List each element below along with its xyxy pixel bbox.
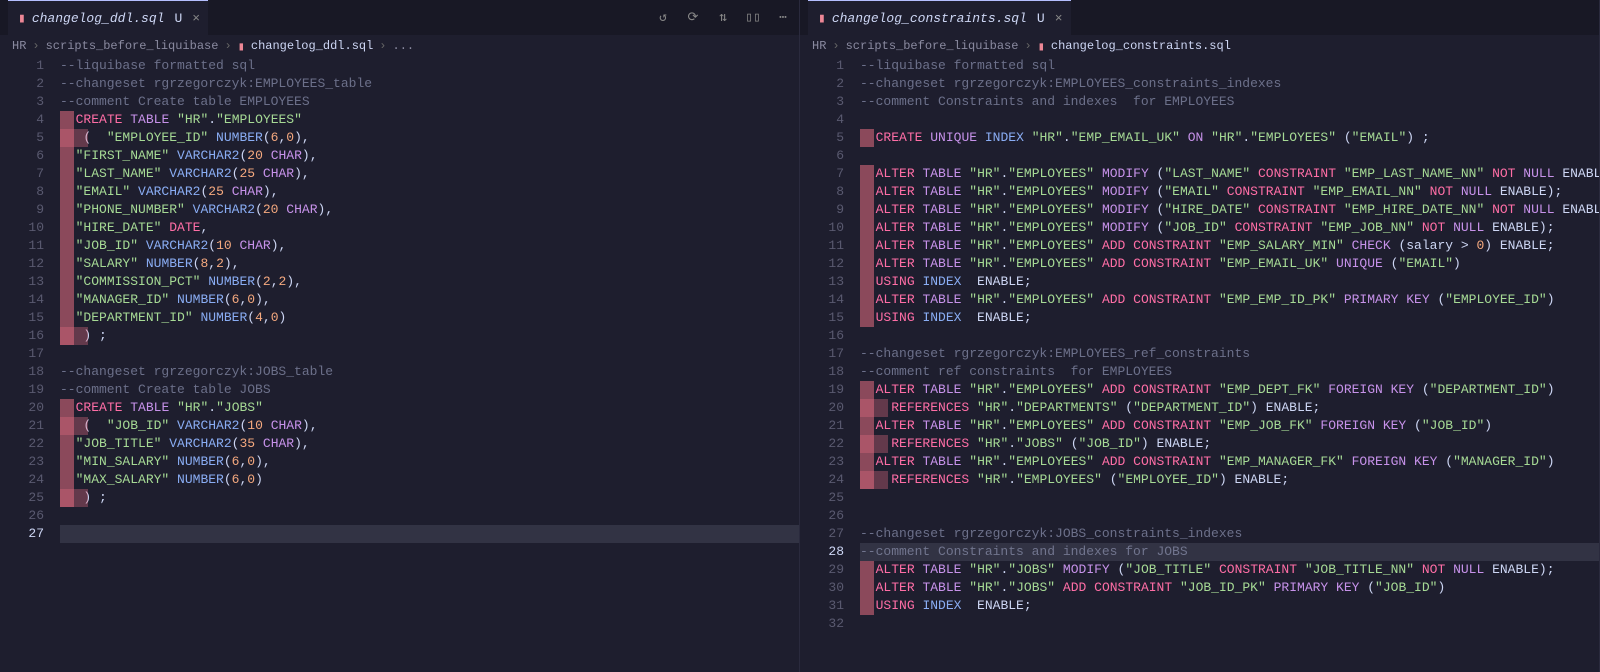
database-icon: ▮ [1038, 39, 1045, 54]
editor-pane-left: ▮ changelog_ddl.sql U × ↺ ⟳ ⇅ ▯▯ ⋯ HR› s… [0, 0, 800, 672]
crumb[interactable]: HR [812, 39, 826, 53]
split-icon[interactable]: ▯▯ [745, 10, 761, 26]
breadcrumb-left[interactable]: HR› scripts_before_liquibase› ▮ changelo… [0, 35, 799, 57]
code-area[interactable]: --liquibase formatted sql--changeset rgr… [860, 57, 1599, 672]
database-icon: ▮ [818, 11, 826, 26]
crumb[interactable]: changelog_ddl.sql [251, 39, 373, 53]
tab-bar-right: ▮ changelog_constraints.sql U × [800, 0, 1599, 35]
database-icon: ▮ [18, 11, 26, 26]
diff-icon[interactable]: ⇅ [715, 10, 731, 26]
tab-changelog-constraints[interactable]: ▮ changelog_constraints.sql U × [808, 0, 1071, 35]
run-icon[interactable]: ⟳ [685, 10, 701, 26]
close-icon[interactable]: × [1051, 11, 1063, 26]
database-icon: ▮ [238, 39, 245, 54]
tab-modified-badge: U [1033, 11, 1045, 26]
crumb[interactable]: ... [393, 39, 415, 53]
close-icon[interactable]: × [188, 11, 200, 26]
crumb[interactable]: scripts_before_liquibase [846, 39, 1019, 53]
crumb[interactable]: scripts_before_liquibase [46, 39, 219, 53]
breadcrumb-right[interactable]: HR› scripts_before_liquibase› ▮ changelo… [800, 35, 1599, 57]
line-gutter: 1234567891011121314151617181920212223242… [800, 57, 860, 672]
crumb[interactable]: changelog_constraints.sql [1051, 39, 1231, 53]
editor-actions-left: ↺ ⟳ ⇅ ▯▯ ⋯ [655, 10, 791, 26]
crumb[interactable]: HR [12, 39, 26, 53]
code-editor-left[interactable]: 1234567891011121314151617181920212223242… [0, 57, 799, 672]
tab-label: changelog_constraints.sql [832, 11, 1027, 26]
code-area[interactable]: --liquibase formatted sql--changeset rgr… [60, 57, 799, 672]
more-icon[interactable]: ⋯ [775, 10, 791, 26]
editor-pane-right: ▮ changelog_constraints.sql U × HR› scri… [800, 0, 1600, 672]
code-editor-right[interactable]: 1234567891011121314151617181920212223242… [800, 57, 1599, 672]
tab-label: changelog_ddl.sql [32, 11, 165, 26]
tab-modified-badge: U [170, 11, 182, 26]
tab-bar-left: ▮ changelog_ddl.sql U × ↺ ⟳ ⇅ ▯▯ ⋯ [0, 0, 799, 35]
tab-changelog-ddl[interactable]: ▮ changelog_ddl.sql U × [8, 0, 208, 35]
history-icon[interactable]: ↺ [655, 10, 671, 26]
line-gutter: 1234567891011121314151617181920212223242… [0, 57, 60, 672]
